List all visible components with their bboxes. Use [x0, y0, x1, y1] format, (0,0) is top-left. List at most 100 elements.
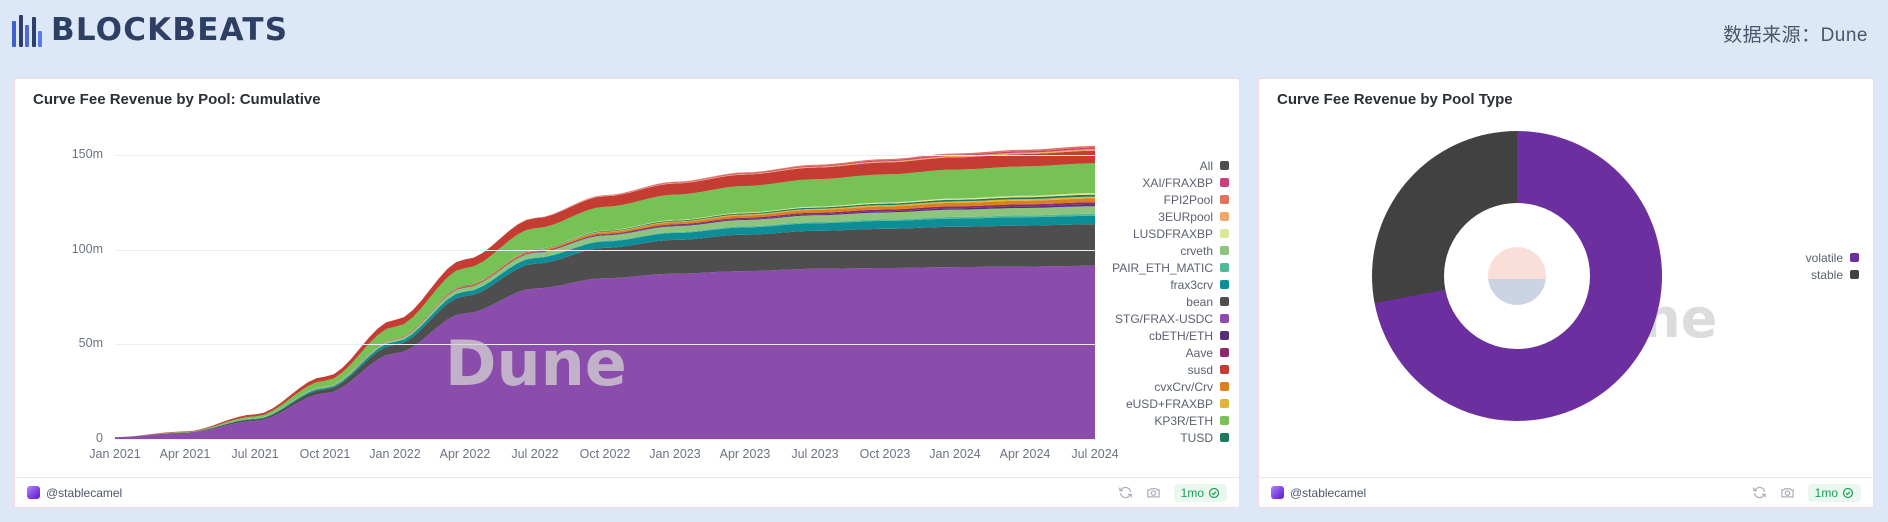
- legend-label: susd: [1187, 362, 1213, 377]
- pie-legend-label: volatile: [1805, 250, 1843, 265]
- legend-item[interactable]: KP3R/ETH: [1065, 412, 1229, 429]
- right-refresh-badge[interactable]: 1mo: [1807, 483, 1861, 502]
- right-chart-title: Curve Fee Revenue by Pool Type: [1277, 91, 1513, 108]
- gridline: [115, 344, 1095, 346]
- legend-swatch: [1220, 297, 1229, 306]
- legend-label: 3EURpool: [1158, 209, 1213, 224]
- x-axis-tick-label: Oct 2023: [859, 447, 911, 461]
- legend-item[interactable]: LUSDFRAXBP: [1065, 225, 1229, 242]
- logo-bars-icon: [12, 13, 42, 47]
- pie-legend-item[interactable]: stable: [1739, 266, 1859, 283]
- legend-swatch: [1220, 229, 1229, 238]
- donut-hole: [1444, 203, 1590, 349]
- donut-chart[interactable]: [1372, 131, 1662, 421]
- check-circle-icon: [1208, 487, 1220, 498]
- legend-swatch: [1220, 382, 1229, 391]
- legend-swatch: [1220, 263, 1229, 272]
- card-pool-type: Curve Fee Revenue by Pool Type Dune vola…: [1258, 78, 1874, 508]
- legend-swatch: [1220, 314, 1229, 323]
- left-card-footer: @stablecamel 1mo: [15, 477, 1239, 507]
- legend-item[interactable]: PAIR_ETH_MATIC: [1065, 259, 1229, 276]
- blockbeats-logo[interactable]: BLOCKBEATS: [12, 12, 288, 48]
- legend-item[interactable]: TUSD: [1065, 429, 1229, 446]
- legend-item[interactable]: STG/FRAX-USDC: [1065, 310, 1229, 327]
- legend-swatch: [1220, 195, 1229, 204]
- legend-swatch: [1220, 331, 1229, 340]
- left-chart-legend[interactable]: All XAI/FRAXBP FPI2Pool 3EURpool LUSDFRAXBP c…: [1065, 157, 1229, 446]
- refresh-icon[interactable]: [1118, 485, 1133, 500]
- legend-item[interactable]: crveth: [1065, 242, 1229, 259]
- x-axis-tick-label: Apr 2024: [999, 447, 1051, 461]
- legend-item[interactable]: FPI2Pool: [1065, 191, 1229, 208]
- legend-item[interactable]: frax3crv: [1065, 276, 1229, 293]
- x-axis-tick-label: Jan 2023: [649, 447, 701, 461]
- right-chart-legend[interactable]: volatile stable: [1739, 249, 1859, 283]
- page-root: BLOCKBEATS 数据来源：Dune Curve Fee Revenue b…: [0, 0, 1888, 522]
- data-source-label: 数据来源：Dune: [1723, 25, 1868, 46]
- legend-label: All: [1199, 158, 1213, 173]
- left-chart-title: Curve Fee Revenue by Pool: Cumulative: [33, 91, 321, 108]
- left-author-handle[interactable]: @stablecamel: [27, 486, 122, 500]
- left-refresh-badge[interactable]: 1mo: [1173, 483, 1227, 502]
- pie-legend-label: stable: [1810, 267, 1843, 282]
- site-header: BLOCKBEATS 数据来源：Dune: [0, 0, 1888, 68]
- y-axis-tick-label: 0: [96, 431, 103, 445]
- legend-item[interactable]: bean: [1065, 293, 1229, 310]
- x-axis-tick-label: Apr 2022: [439, 447, 491, 461]
- legend-label: LUSDFRAXBP: [1132, 226, 1213, 241]
- y-axis-tick-label: 100m: [71, 241, 103, 256]
- gridline: [115, 439, 1095, 440]
- x-axis-tick-label: Apr 2023: [719, 447, 771, 461]
- right-footer-actions: 1mo: [1752, 483, 1861, 502]
- gridline: [115, 249, 1095, 251]
- legend-label: Aave: [1185, 345, 1213, 360]
- legend-item[interactable]: 3EURpool: [1065, 208, 1229, 225]
- check-circle-icon: [1842, 487, 1854, 498]
- pie-legend-swatch: [1850, 270, 1859, 279]
- x-axis-tick-label: Apr 2021: [159, 447, 211, 461]
- legend-swatch: [1220, 246, 1229, 255]
- legend-item[interactable]: susd: [1065, 361, 1229, 378]
- left-handle-text: @stablecamel: [46, 485, 123, 500]
- legend-item[interactable]: cbETH/ETH: [1065, 327, 1229, 344]
- camera-icon[interactable]: [1146, 485, 1161, 500]
- legend-label: crveth: [1180, 243, 1213, 258]
- legend-item[interactable]: All: [1065, 157, 1229, 174]
- logo-wordmark: BLOCKBEATS: [51, 12, 289, 48]
- donut-center-dot: [1488, 247, 1546, 305]
- legend-label: KP3R/ETH: [1154, 413, 1213, 428]
- legend-item[interactable]: Aave: [1065, 344, 1229, 361]
- pie-legend-item[interactable]: volatile: [1739, 249, 1859, 266]
- avatar: [27, 486, 40, 499]
- legend-swatch: [1220, 178, 1229, 187]
- legend-swatch: [1220, 348, 1229, 357]
- pie-legend-swatch: [1850, 253, 1859, 262]
- legend-label: TUSD: [1180, 430, 1213, 445]
- legend-label: XAI/FRAXBP: [1142, 175, 1213, 190]
- left-badge-text: 1mo: [1180, 485, 1204, 500]
- right-author-handle[interactable]: @stablecamel: [1271, 486, 1366, 500]
- legend-item[interactable]: XAI/FRAXBP: [1065, 174, 1229, 191]
- y-axis-tick-label: 50m: [78, 336, 103, 351]
- gridline: [115, 155, 1095, 157]
- x-axis-tick-label: Oct 2021: [299, 447, 351, 461]
- legend-item[interactable]: cvxCrv/Crv: [1065, 378, 1229, 395]
- legend-label: PAIR_ETH_MATIC: [1112, 260, 1213, 275]
- legend-label: FPI2Pool: [1163, 192, 1213, 207]
- card-cumulative-revenue: Curve Fee Revenue by Pool: Cumulative 15…: [14, 78, 1240, 508]
- right-handle-text: @stablecamel: [1290, 485, 1367, 500]
- legend-swatch: [1220, 399, 1229, 408]
- x-axis-tick-label: Jul 2022: [511, 447, 559, 461]
- legend-item[interactable]: eUSD+FRAXBP: [1065, 395, 1229, 412]
- x-axis-tick-label: Oct 2022: [579, 447, 631, 461]
- legend-swatch: [1220, 161, 1229, 170]
- legend-label: eUSD+FRAXBP: [1125, 396, 1213, 411]
- legend-swatch: [1220, 416, 1229, 425]
- right-badge-text: 1mo: [1814, 485, 1838, 500]
- legend-label: STG/FRAX-USDC: [1114, 311, 1213, 326]
- refresh-icon[interactable]: [1752, 485, 1767, 500]
- camera-icon[interactable]: [1780, 485, 1795, 500]
- legend-swatch: [1220, 280, 1229, 289]
- legend-label: bean: [1186, 294, 1213, 309]
- y-axis-tick-label: 150m: [71, 147, 103, 162]
